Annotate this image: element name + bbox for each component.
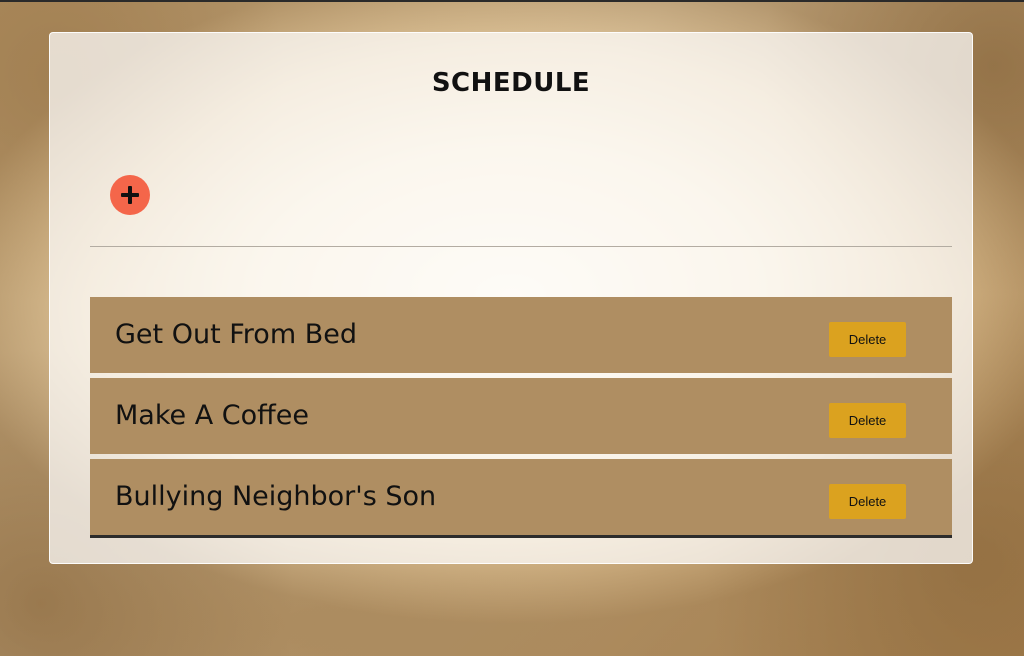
schedule-item-label: Bullying Neighbor's Son [115,481,437,512]
schedule-item: Make A Coffee Delete [90,378,952,454]
schedule-item-label: Get Out From Bed [115,319,357,350]
add-item-button[interactable] [110,175,150,215]
schedule-panel: SCHEDULE Get Out From Bed Delete Make A … [49,32,973,564]
delete-button[interactable]: Delete [829,322,906,357]
schedule-item: Bullying Neighbor's Son Delete [90,459,952,535]
schedule-item: Get Out From Bed Delete [90,297,952,373]
divider [90,246,952,247]
delete-button[interactable]: Delete [829,403,906,438]
page-title: SCHEDULE [431,68,591,98]
schedule-list: Get Out From Bed Delete Make A Coffee De… [90,297,952,538]
schedule-item-label: Make A Coffee [115,400,309,431]
top-border-line [0,0,1024,2]
delete-button[interactable]: Delete [829,484,906,519]
plus-icon [120,185,140,205]
